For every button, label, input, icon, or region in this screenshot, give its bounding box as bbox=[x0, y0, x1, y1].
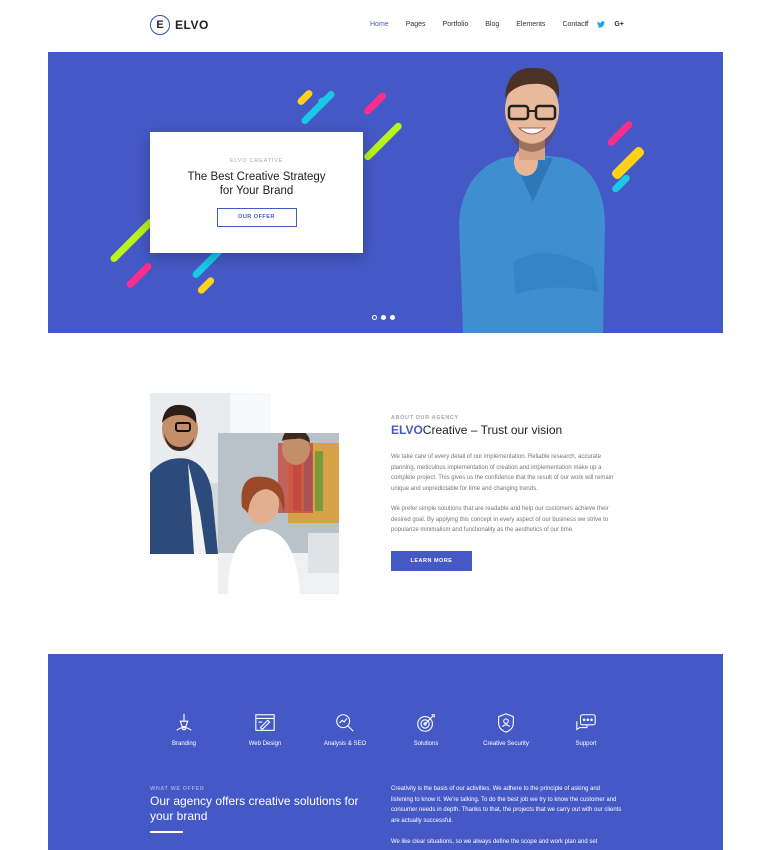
offer-eyebrow: WHAT WE OFFER bbox=[150, 786, 205, 792]
hero-card: ELVO CREATIVE The Best Creative Strategy… bbox=[150, 132, 363, 253]
logo-mark: E bbox=[150, 15, 170, 35]
nav-home[interactable]: Home bbox=[370, 21, 389, 28]
service-label: Analysis & SEO bbox=[323, 741, 367, 747]
about-title: ELVOCreative – Trust our vision bbox=[391, 423, 562, 437]
facebook-icon[interactable]: f bbox=[586, 21, 588, 30]
site-header: E ELVO Home Pages Portfolio Blog Element… bbox=[0, 0, 770, 52]
logo[interactable]: E ELVO bbox=[150, 15, 209, 35]
hero-title-line1: The Best Creative Strategy bbox=[187, 171, 326, 183]
branding-icon bbox=[176, 713, 192, 731]
decor-stick bbox=[362, 91, 388, 116]
offer-underline bbox=[150, 831, 183, 833]
about-title-rest: Creative – Trust our vision bbox=[422, 423, 563, 437]
service-label: Branding bbox=[171, 741, 197, 747]
nav-pages[interactable]: Pages bbox=[406, 21, 426, 28]
about-paragraph-2: We prefer simple solutions that are read… bbox=[391, 506, 609, 533]
slider-dot-1[interactable] bbox=[372, 315, 377, 320]
decor-stick bbox=[196, 275, 216, 296]
solutions-icon bbox=[417, 714, 435, 732]
analysis-seo-icon bbox=[336, 714, 354, 732]
about-paragraph-1: We take care of every detail of our impl… bbox=[391, 454, 614, 492]
hero-eyebrow: ELVO CREATIVE bbox=[229, 158, 284, 164]
service-label: Creative Security bbox=[483, 741, 529, 747]
hero-person-image bbox=[459, 67, 605, 333]
hero-title-line2: for Your Brand bbox=[219, 185, 294, 197]
about-title-brand: ELVO bbox=[391, 423, 423, 437]
web-design-icon bbox=[255, 714, 275, 731]
nav-elements[interactable]: Elements bbox=[516, 21, 545, 28]
support-icon bbox=[576, 714, 596, 731]
service-analysis-seo[interactable]: Analysis & SEO bbox=[310, 712, 380, 747]
security-icon bbox=[498, 713, 514, 733]
decor-stick bbox=[125, 261, 153, 290]
googleplus-icon[interactable]: G+ bbox=[614, 21, 624, 30]
slider-dot-3[interactable] bbox=[390, 315, 395, 320]
hero-title: The Best Creative Strategy for Your Bran… bbox=[150, 170, 363, 198]
decor-stick bbox=[296, 88, 314, 107]
offer-paragraph-1: Creativity is the basis of our activitie… bbox=[391, 786, 622, 824]
nav-portfolio[interactable]: Portfolio bbox=[443, 21, 469, 28]
main-nav: Home Pages Portfolio Blog Elements Conta… bbox=[370, 21, 604, 28]
service-web-design[interactable]: Web Design bbox=[230, 712, 300, 747]
nav-contact[interactable]: Contact bbox=[562, 21, 586, 28]
service-creative-security[interactable]: Creative Security bbox=[471, 712, 541, 747]
decor-stick bbox=[109, 217, 155, 264]
service-solutions[interactable]: Solutions bbox=[391, 712, 461, 747]
social-links: f G+ bbox=[586, 21, 624, 30]
logo-text: ELVO bbox=[175, 18, 209, 32]
service-label: Solutions bbox=[413, 741, 439, 747]
service-label: Support bbox=[575, 741, 597, 747]
slider-dots bbox=[372, 315, 395, 320]
slider-dot-2[interactable] bbox=[381, 315, 386, 320]
nav-blog[interactable]: Blog bbox=[485, 21, 499, 28]
decor-stick bbox=[362, 121, 404, 162]
services-section: Branding Web Design Analysis & SEO Solut… bbox=[48, 654, 723, 850]
service-label: Web Design bbox=[248, 741, 282, 747]
our-offer-button[interactable]: OUR OFFER bbox=[216, 208, 297, 227]
offer-paragraph-2: We like clear situations, so we always d… bbox=[391, 839, 598, 845]
twitter-icon[interactable] bbox=[597, 21, 606, 30]
hero-slider: ELVO CREATIVE The Best Creative Strategy… bbox=[48, 52, 723, 333]
team-photo-woman bbox=[218, 433, 339, 594]
offer-title: Our agency offers creative solutions for… bbox=[150, 794, 359, 823]
service-support[interactable]: Support bbox=[551, 712, 621, 747]
learn-more-button[interactable]: LEARN MORE bbox=[391, 551, 472, 571]
about-eyebrow: ABOUT OUR AGENCY bbox=[391, 415, 459, 421]
service-branding[interactable]: Branding bbox=[149, 712, 219, 747]
